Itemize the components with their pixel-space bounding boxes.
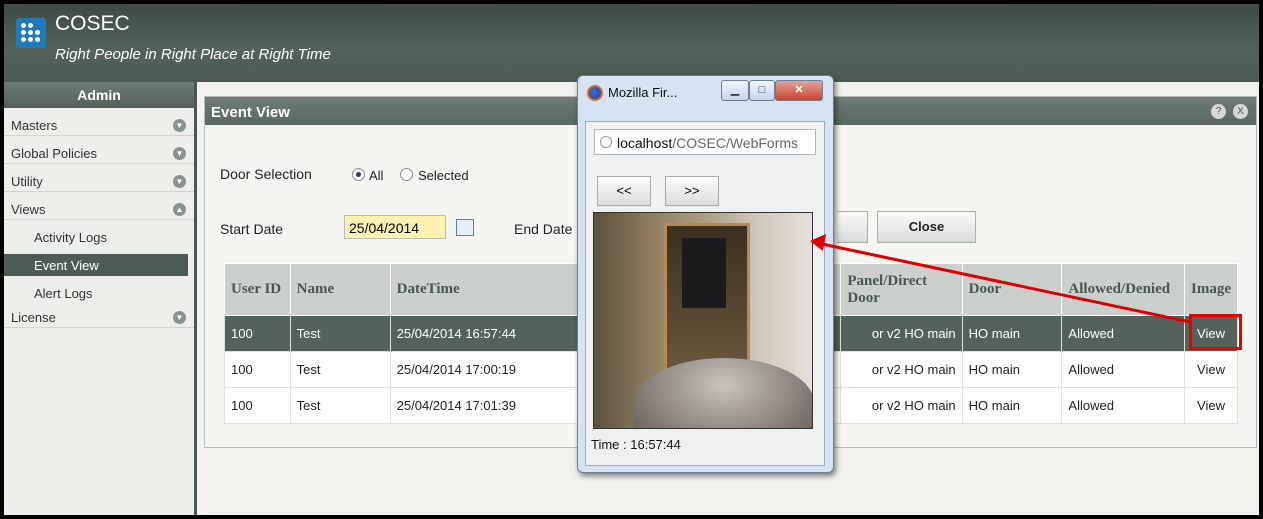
app-window: COSEC Right People in Right Place at Rig… [4,4,1259,515]
annotation-arrow [810,234,1191,324]
